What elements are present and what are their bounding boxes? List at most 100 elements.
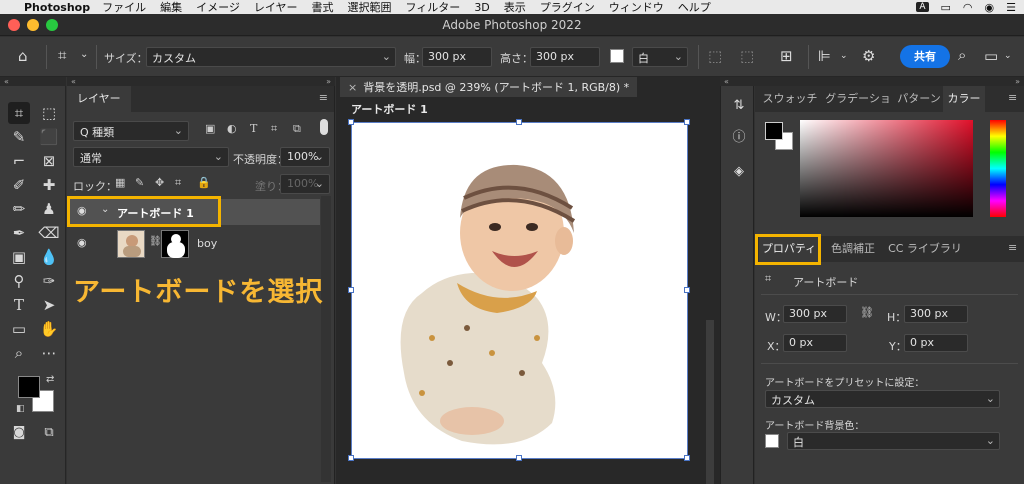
stamp-tool[interactable]: ♟ bbox=[38, 198, 60, 220]
align-icon[interactable]: ⊫ bbox=[818, 47, 831, 65]
select-subject-tool[interactable]: ⬛ bbox=[38, 126, 60, 148]
filter-shape-icon[interactable]: ⌗ bbox=[271, 122, 277, 136]
transform-handle[interactable] bbox=[684, 287, 690, 293]
artboard-tool[interactable]: ⌗ bbox=[8, 102, 30, 124]
hand-tool[interactable]: ✋ bbox=[38, 318, 60, 340]
lasso-tool[interactable]: ✎ bbox=[8, 126, 30, 148]
healing-brush-tool[interactable]: ✚ bbox=[38, 174, 60, 196]
opacity-input[interactable]: 100% ⌄ bbox=[280, 147, 330, 167]
gradient-tool[interactable]: ▣ bbox=[8, 246, 30, 268]
tab-adjustments[interactable]: 色調補正 bbox=[825, 236, 881, 262]
lock-transparent-icon[interactable]: ▦ bbox=[115, 176, 125, 189]
search-icon[interactable]: ⌕ bbox=[958, 46, 966, 64]
layer-row-boy[interactable]: ◉ ⛓ boy bbox=[67, 226, 320, 262]
transform-handle[interactable] bbox=[684, 455, 690, 461]
share-button[interactable]: 共有 bbox=[900, 45, 950, 68]
default-colors-icon[interactable]: ◧ bbox=[16, 404, 25, 414]
gear-icon[interactable]: ⚙ bbox=[862, 47, 875, 65]
foreground-color-swatch[interactable] bbox=[18, 376, 40, 398]
fill-input[interactable]: 100% ⌄ bbox=[280, 174, 330, 194]
blur-tool[interactable]: 💧 bbox=[38, 246, 60, 268]
width-input[interactable]: 300 px bbox=[422, 47, 492, 67]
bg-color-swatch[interactable] bbox=[765, 434, 779, 448]
transform-handle[interactable] bbox=[348, 455, 354, 461]
right-collapse-strip[interactable]: «» bbox=[720, 77, 1024, 86]
rectangle-tool[interactable]: ▭ bbox=[8, 318, 30, 340]
preset-select[interactable]: カスタム ⌄ bbox=[765, 390, 1000, 408]
zoom-tool[interactable]: ⌕ bbox=[8, 342, 30, 364]
chevron-down-icon[interactable]: ⌄ bbox=[80, 49, 88, 60]
panel-menu-icon[interactable]: ≡ bbox=[1008, 91, 1017, 104]
input-source-badge[interactable]: A bbox=[916, 2, 929, 12]
user-icon[interactable]: ◉ bbox=[985, 1, 995, 14]
layers-scrollbar[interactable] bbox=[321, 196, 331, 482]
blend-mode-select[interactable]: 通常 ⌄ bbox=[73, 147, 229, 167]
swap-colors-icon[interactable]: ⇄ bbox=[46, 374, 54, 385]
close-icon[interactable]: × bbox=[348, 81, 357, 94]
lock-position-icon[interactable]: ✥ bbox=[155, 176, 164, 189]
marquee-tool[interactable]: ⬚ bbox=[38, 102, 60, 124]
foreground-color-chip[interactable] bbox=[765, 122, 783, 140]
menu-window[interactable]: ウィンドウ bbox=[609, 0, 664, 15]
wifi-icon[interactable]: ◠ bbox=[963, 1, 973, 14]
size-select[interactable]: カスタム ⌄ bbox=[146, 47, 396, 67]
tab-patterns[interactable]: パターン bbox=[895, 86, 943, 112]
transform-handle[interactable] bbox=[516, 119, 522, 125]
history-icon[interactable]: ⇅ bbox=[730, 98, 748, 116]
artboard-label[interactable]: アートボード 1 bbox=[351, 101, 428, 117]
home-icon[interactable]: ⌂ bbox=[18, 47, 28, 65]
height-input[interactable]: 300 px bbox=[530, 47, 600, 67]
filter-type-icon[interactable]: T bbox=[250, 122, 257, 135]
history-brush-tool[interactable]: ✒ bbox=[8, 222, 30, 244]
menu-edit[interactable]: 編集 bbox=[160, 0, 182, 15]
transform-handle[interactable] bbox=[348, 119, 354, 125]
add-artboard-icon[interactable]: ⊞ bbox=[780, 47, 793, 65]
color-select[interactable]: 白 ⌄ bbox=[632, 47, 688, 67]
artboard-tool-icon[interactable]: ⌗ bbox=[58, 46, 66, 64]
layer-mask-thumbnail[interactable] bbox=[161, 230, 189, 258]
filter-smart-object-icon[interactable]: ⧉ bbox=[293, 122, 301, 136]
menu-plugins[interactable]: プラグイン bbox=[540, 0, 595, 15]
menu-filter[interactable]: フィルター bbox=[406, 0, 461, 15]
menu-type[interactable]: 書式 bbox=[312, 0, 334, 15]
menu-app-name[interactable]: Photoshop bbox=[24, 1, 90, 14]
lock-artboard-icon[interactable]: ⌗ bbox=[175, 176, 181, 190]
artboard-canvas[interactable] bbox=[348, 119, 690, 461]
hue-slider[interactable] bbox=[990, 120, 1006, 217]
toolbar-collapse-strip[interactable]: « bbox=[0, 77, 66, 86]
chevron-down-icon[interactable]: ⌄ bbox=[840, 51, 848, 61]
type-tool[interactable]: T bbox=[8, 294, 30, 316]
color-swatch[interactable] bbox=[610, 49, 624, 63]
panel-menu-icon[interactable]: ≡ bbox=[1008, 241, 1017, 254]
panel-menu-icon[interactable]: ≡ bbox=[319, 91, 328, 104]
tab-gradients[interactable]: グラデーショ bbox=[821, 86, 895, 112]
eye-icon[interactable]: ◉ bbox=[77, 236, 87, 249]
workspace-icon[interactable]: ▭ bbox=[984, 47, 998, 65]
crop-tool[interactable]: ⌐ bbox=[8, 150, 30, 172]
layers-collapse-strip[interactable]: «» bbox=[67, 77, 335, 86]
brush-tool[interactable]: ✏ bbox=[8, 198, 30, 220]
bg-color-select[interactable]: 白 ⌄ bbox=[787, 432, 1000, 450]
artboard-fit-icon[interactable]: ⬚ bbox=[740, 47, 754, 65]
styles-icon[interactable]: ◈ bbox=[730, 164, 748, 182]
transform-handle[interactable] bbox=[348, 287, 354, 293]
menu-layer[interactable]: レイヤー bbox=[254, 0, 298, 15]
menu-file[interactable]: ファイル bbox=[102, 0, 146, 15]
chevron-down-icon[interactable]: ⌄ bbox=[1004, 51, 1012, 61]
document-tab[interactable]: × 背景を透明.psd @ 239% (アートボード 1, RGB/8) * bbox=[340, 77, 638, 97]
transform-handle[interactable] bbox=[684, 119, 690, 125]
tab-swatches[interactable]: スウォッチ bbox=[759, 86, 821, 112]
filter-adjustment-icon[interactable]: ◐ bbox=[227, 122, 237, 135]
h-input[interactable]: 300 px bbox=[904, 305, 968, 323]
link-icon[interactable]: ⛓ bbox=[149, 236, 162, 247]
menu-image[interactable]: イメージ bbox=[196, 0, 240, 15]
dodge-tool[interactable]: ⚲ bbox=[8, 270, 30, 292]
quick-mask-icon[interactable]: ◙ bbox=[8, 422, 30, 444]
more-tools-icon[interactable]: ⋯ bbox=[38, 342, 60, 364]
pen-tool[interactable]: ✑ bbox=[38, 270, 60, 292]
document-scrollbar[interactable] bbox=[706, 320, 714, 484]
filter-pixel-icon[interactable]: ▣ bbox=[205, 122, 215, 135]
y-input[interactable]: 0 px bbox=[904, 334, 968, 352]
link-icon[interactable]: ⛓ bbox=[860, 306, 874, 319]
lock-image-icon[interactable]: ✎ bbox=[135, 176, 144, 189]
